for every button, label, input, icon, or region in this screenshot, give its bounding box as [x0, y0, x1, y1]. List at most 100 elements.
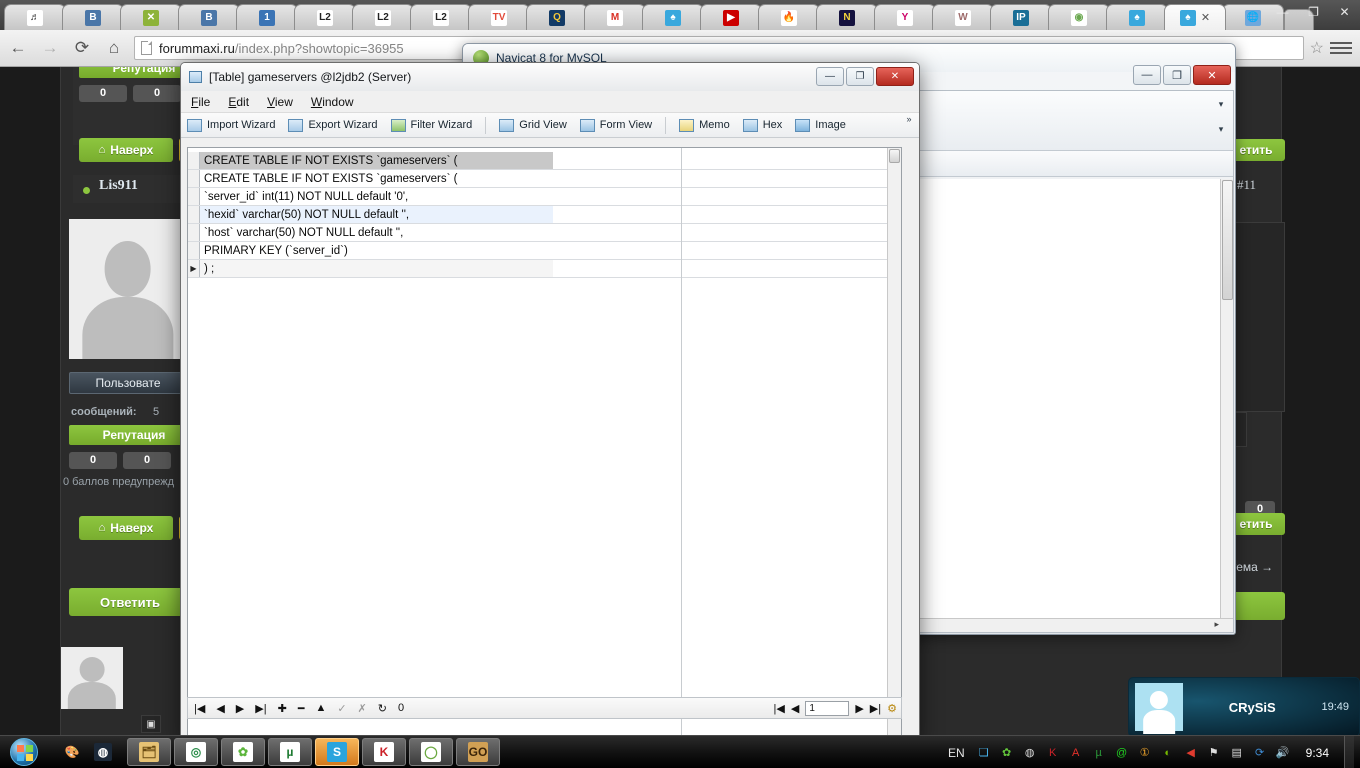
- menu-file[interactable]: File: [191, 95, 210, 109]
- flag-tray-icon[interactable]: ⚑: [1206, 745, 1222, 761]
- sql-grid-cell[interactable]: PRIMARY KEY (`server_id`): [200, 242, 553, 259]
- nav-next-button[interactable]: ▶: [236, 702, 244, 715]
- sql-grid-row[interactable]: ▶) ;: [188, 260, 901, 278]
- sql-grid-cell[interactable]: `server_id` int(11) NOT NULL default '0'…: [200, 188, 553, 205]
- sql-grid-cell[interactable]: ) ;: [200, 260, 553, 277]
- hex-button[interactable]: Hex: [742, 118, 782, 132]
- memo-button[interactable]: Memo: [679, 118, 730, 132]
- ip-tab[interactable]: IP: [990, 4, 1052, 30]
- up-button-top[interactable]: ⌂ Наверх: [79, 138, 173, 162]
- one-tab[interactable]: 1: [236, 4, 298, 30]
- toolbar-overflow-icon[interactable]: »: [903, 115, 915, 124]
- music-tab[interactable]: ♬: [4, 4, 66, 30]
- back-icon[interactable]: ←: [4, 34, 32, 62]
- mail-tray-icon[interactable]: @: [1114, 745, 1130, 761]
- sql-grid-row[interactable]: CREATE TABLE IF NOT EXISTS `gameservers`…: [188, 152, 901, 170]
- grid-vscrollbar[interactable]: [887, 148, 901, 768]
- chrome-taskbar-button[interactable]: ◎: [174, 738, 218, 766]
- network-tray-icon[interactable]: ▤: [1229, 745, 1245, 761]
- editor-attach-icon[interactable]: ▣: [141, 715, 161, 733]
- menu-edit[interactable]: Edit: [228, 95, 249, 109]
- post-username[interactable]: Lis911: [99, 178, 138, 194]
- export-wizard-button[interactable]: Export Wizard: [288, 118, 378, 132]
- qiwi-tab[interactable]: Q: [526, 4, 588, 30]
- xml-tab[interactable]: ✕: [120, 4, 182, 30]
- skype-notification-toast[interactable]: CRySiS 19:49: [1128, 677, 1360, 737]
- grid-vscroll-up-thumb[interactable]: [889, 149, 900, 163]
- sql-grid-row[interactable]: `host` varchar(50) NOT NULL default '',: [188, 224, 901, 242]
- nvidia-tray-icon[interactable]: ◐: [1160, 745, 1176, 761]
- hscroll-right-arrow-icon[interactable]: ▸: [1214, 619, 1219, 630]
- sql-grid-row[interactable]: PRIMARY KEY (`server_id`): [188, 242, 901, 260]
- pager-page-input[interactable]: 1: [805, 700, 850, 716]
- adobe-tray-icon[interactable]: A: [1068, 745, 1084, 761]
- icq-taskbar-button[interactable]: ✿: [221, 738, 265, 766]
- coin-tray-icon[interactable]: ①: [1137, 745, 1153, 761]
- home-icon[interactable]: ⌂: [100, 34, 128, 62]
- form-view-button[interactable]: Form View: [579, 118, 652, 132]
- nav-refresh-button[interactable]: ↻: [378, 702, 387, 715]
- menu-window[interactable]: Window: [311, 95, 354, 109]
- gmail-tab[interactable]: M: [584, 4, 646, 30]
- sql-grid-row[interactable]: CREATE TABLE IF NOT EXISTS `gameservers`…: [188, 170, 901, 188]
- toolbar-expand-icon[interactable]: ▾: [1215, 125, 1227, 134]
- nav-delete-button[interactable]: ━: [298, 702, 305, 715]
- nav-cancel-button[interactable]: ✗: [358, 702, 367, 715]
- taskbar-clock[interactable]: 9:34: [1306, 746, 1329, 760]
- navicat-vscroll-thumb[interactable]: [1222, 180, 1233, 300]
- sql-grid-row[interactable]: `server_id` int(11) NOT NULL default '0'…: [188, 188, 901, 206]
- browser-close-button[interactable]: ✕: [1329, 2, 1360, 22]
- steam-quicklaunch[interactable]: ◍: [90, 738, 116, 766]
- up-button-bottom[interactable]: ⌂ Наверх: [79, 516, 173, 540]
- browser-restore-button[interactable]: ❐: [1298, 2, 1329, 22]
- l2-tab-1[interactable]: L2: [294, 4, 356, 30]
- nav-insert-button[interactable]: ✚: [278, 702, 287, 715]
- nav-post-button[interactable]: ✓: [337, 702, 346, 715]
- import-wizard-button[interactable]: Import Wizard: [187, 118, 275, 132]
- yandex-tab[interactable]: Y: [874, 4, 936, 30]
- navicat-close-button[interactable]: ✕: [1193, 65, 1231, 85]
- toolbar2-expand-icon[interactable]: ▾: [1215, 100, 1227, 109]
- nav-last-button[interactable]: ▶|: [255, 702, 266, 715]
- tvsok-tab[interactable]: TV: [468, 4, 530, 30]
- sql-grid-cell[interactable]: CREATE TABLE IF NOT EXISTS `gameservers`…: [200, 170, 553, 187]
- steam-tray-icon[interactable]: ◍: [1022, 745, 1038, 761]
- grid-view-button[interactable]: Grid View: [499, 118, 567, 132]
- game-taskbar-button[interactable]: GO: [456, 738, 500, 766]
- nav-prev-button[interactable]: ◀: [216, 702, 224, 715]
- table-editor-window[interactable]: [Table] gameservers @l2jdb2 (Server) — ❐…: [180, 62, 920, 768]
- pager-next-button[interactable]: ▶: [855, 702, 863, 715]
- pager-last-button[interactable]: ▶|: [870, 702, 881, 715]
- pager-tools-icon[interactable]: ⚙: [887, 702, 897, 715]
- navicat-minimize-button[interactable]: —: [1133, 65, 1161, 85]
- windows-tray-icon[interactable]: ❏: [976, 745, 992, 761]
- image-button[interactable]: Image: [795, 118, 846, 132]
- forum-tab-active[interactable]: ♠ ✕: [1164, 4, 1226, 30]
- paint-quicklaunch[interactable]: 🎨: [59, 738, 85, 766]
- l2-tab-2[interactable]: L2: [352, 4, 414, 30]
- table-close-button[interactable]: ✕: [876, 67, 914, 86]
- reload-icon[interactable]: ⟳: [68, 34, 96, 62]
- pager-first-button[interactable]: |◀: [774, 702, 785, 715]
- language-indicator[interactable]: EN: [948, 746, 965, 760]
- nav-first-button[interactable]: |◀: [194, 702, 205, 715]
- wiki-tab[interactable]: W: [932, 4, 994, 30]
- tab-close-icon[interactable]: ✕: [1201, 11, 1210, 24]
- update-tray-icon[interactable]: ⟳: [1252, 745, 1268, 761]
- table-restore-button[interactable]: ❐: [846, 67, 874, 86]
- kaspersky-taskbar-button[interactable]: K: [362, 738, 406, 766]
- sql-grid-cell[interactable]: CREATE TABLE IF NOT EXISTS `gameservers`…: [200, 152, 553, 169]
- vk-tab[interactable]: B: [62, 4, 124, 30]
- pager-prev-button[interactable]: ◀: [791, 702, 799, 715]
- navicat-list-vscrollbar[interactable]: [1220, 179, 1233, 632]
- skype-taskbar-button[interactable]: S: [315, 738, 359, 766]
- filter-wizard-button[interactable]: Filter Wizard: [390, 118, 472, 132]
- browser-minimize-button[interactable]: —: [1267, 2, 1298, 22]
- notepad-tab[interactable]: N: [816, 4, 878, 30]
- forum-tab-2[interactable]: ♠: [1106, 4, 1168, 30]
- volume-alert-tray-icon[interactable]: ◀: [1183, 745, 1199, 761]
- l2-tab-3[interactable]: L2: [410, 4, 472, 30]
- utorrent-taskbar-button[interactable]: µ: [268, 738, 312, 766]
- icq-tray-icon[interactable]: ✿: [999, 745, 1015, 761]
- reply-button[interactable]: Ответить: [69, 588, 191, 616]
